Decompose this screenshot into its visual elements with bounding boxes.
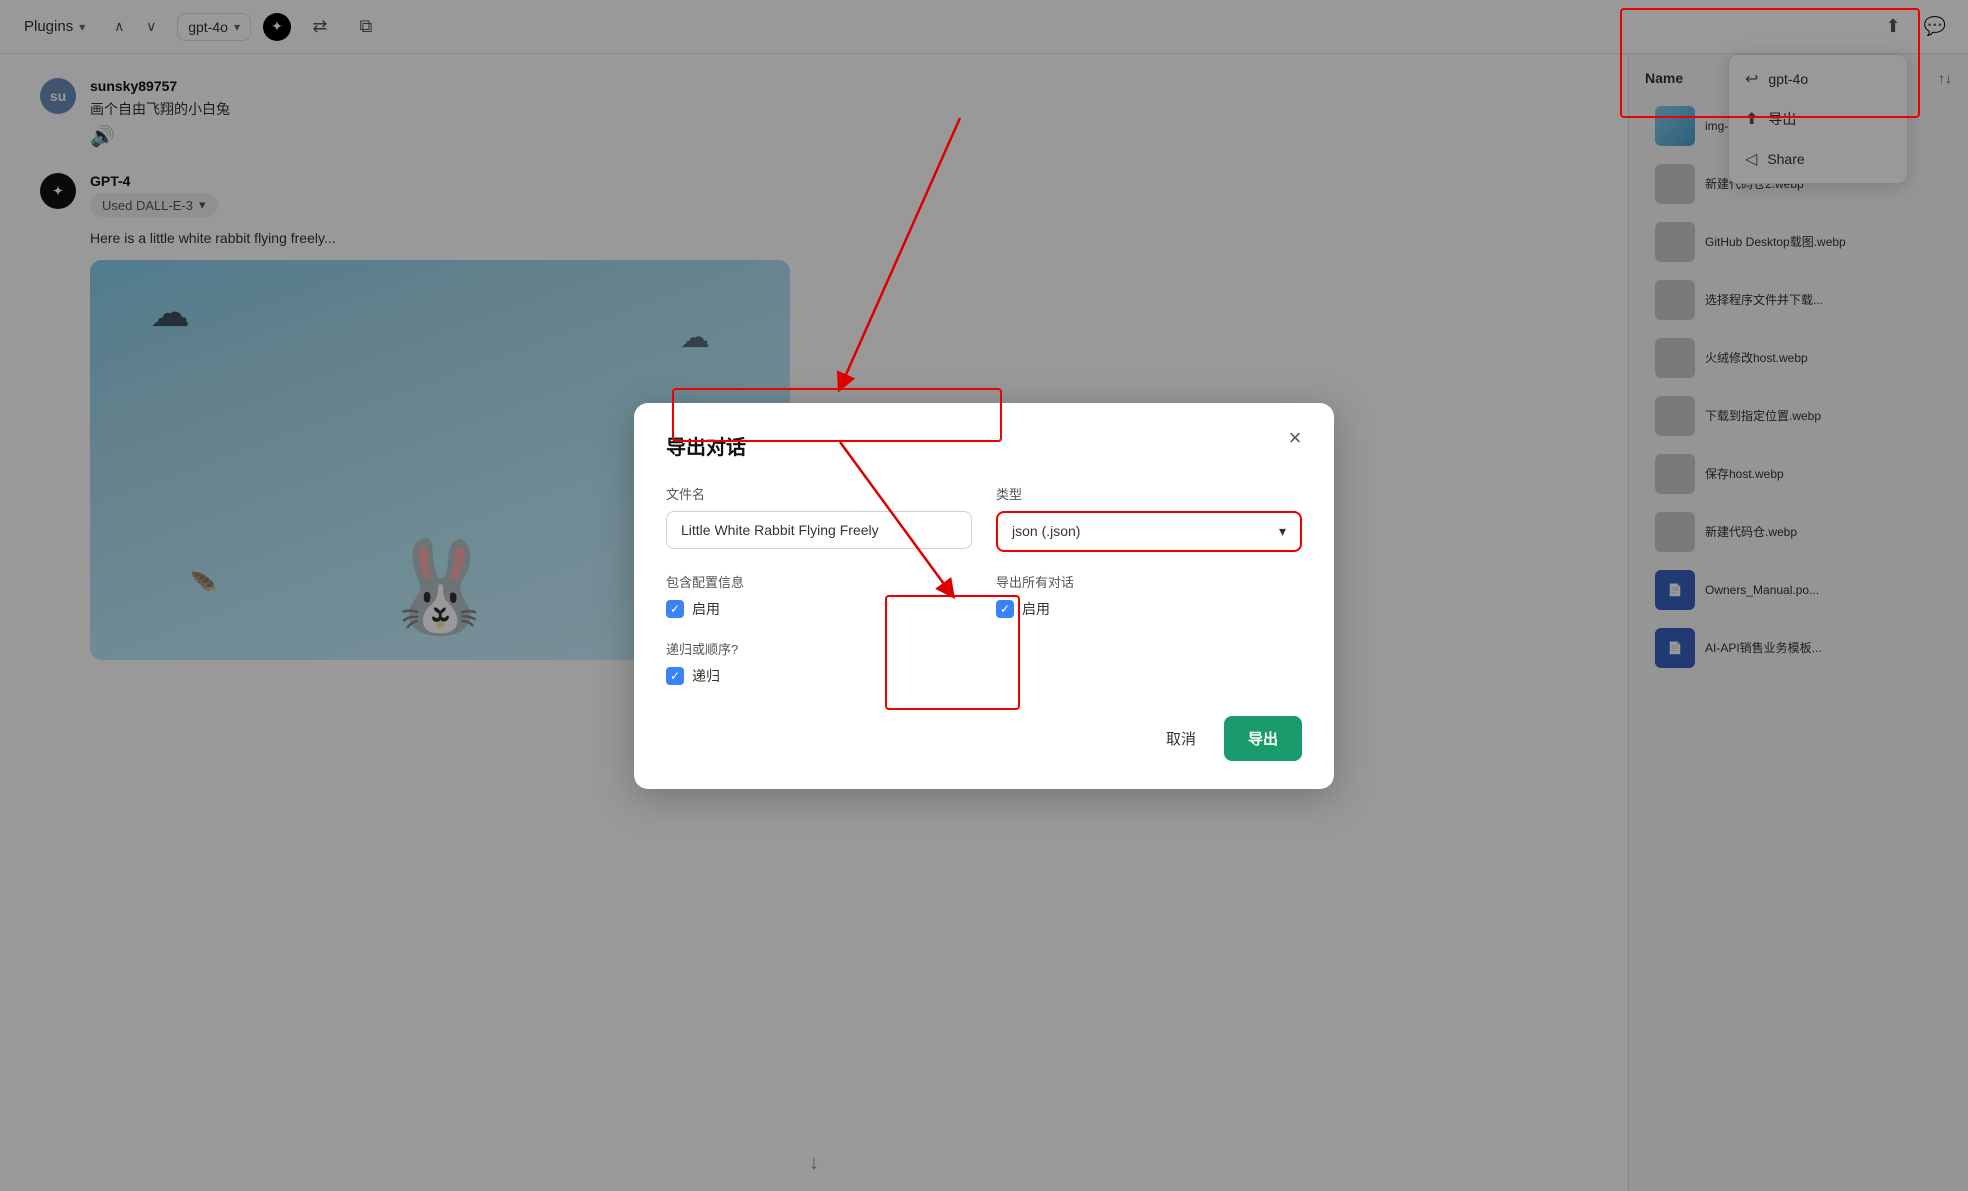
cancel-button[interactable]: 取消 — [1150, 718, 1212, 759]
export-all-checkbox-group: ✓ 启用 — [996, 599, 1302, 619]
dialog-close-button[interactable]: × — [1280, 423, 1310, 453]
order-group: 递归或顺序? ✓ 递归 — [666, 639, 1302, 686]
order-checkbox[interactable]: ✓ — [666, 667, 684, 685]
include-config-checkbox-label: 启用 — [692, 599, 720, 619]
dialog-row-3: 递归或顺序? ✓ 递归 — [666, 639, 1302, 686]
order-checkbox-group: ✓ 递归 — [666, 666, 1302, 686]
include-config-label: 包含配置信息 — [666, 572, 972, 591]
order-label: 递归或顺序? — [666, 639, 1302, 658]
order-checkbox-label: 递归 — [692, 666, 720, 686]
filename-input[interactable] — [666, 511, 972, 549]
export-all-checkbox[interactable]: ✓ — [996, 600, 1014, 618]
dialog-title: 导出对话 — [666, 431, 1302, 460]
dialog-row-1: 文件名 类型 json (.json) ▾ — [666, 484, 1302, 552]
export-dialog: 导出对话 × 文件名 类型 json (.json) ▾ 包含配置信息 — [634, 403, 1334, 789]
export-button[interactable]: 导出 — [1224, 716, 1302, 761]
type-label: 类型 — [996, 484, 1302, 503]
modal-overlay: 导出对话 × 文件名 类型 json (.json) ▾ 包含配置信息 — [0, 0, 1968, 1191]
include-config-checkbox-group: ✓ 启用 — [666, 599, 972, 619]
filename-group: 文件名 — [666, 484, 972, 552]
export-all-checkbox-label: 启用 — [1022, 599, 1050, 619]
include-config-group: 包含配置信息 ✓ 启用 — [666, 572, 972, 619]
dialog-footer: 取消 导出 — [666, 716, 1302, 761]
filename-label: 文件名 — [666, 484, 972, 503]
export-all-group: 导出所有对话 ✓ 启用 — [996, 572, 1302, 619]
dialog-row-2: 包含配置信息 ✓ 启用 导出所有对话 ✓ 启用 — [666, 572, 1302, 619]
export-all-label: 导出所有对话 — [996, 572, 1302, 591]
type-select-value: json (.json) — [1012, 523, 1080, 539]
type-group: 类型 json (.json) ▾ — [996, 484, 1302, 552]
type-select[interactable]: json (.json) ▾ — [996, 511, 1302, 552]
include-config-checkbox[interactable]: ✓ — [666, 600, 684, 618]
type-select-chevron: ▾ — [1279, 523, 1286, 540]
